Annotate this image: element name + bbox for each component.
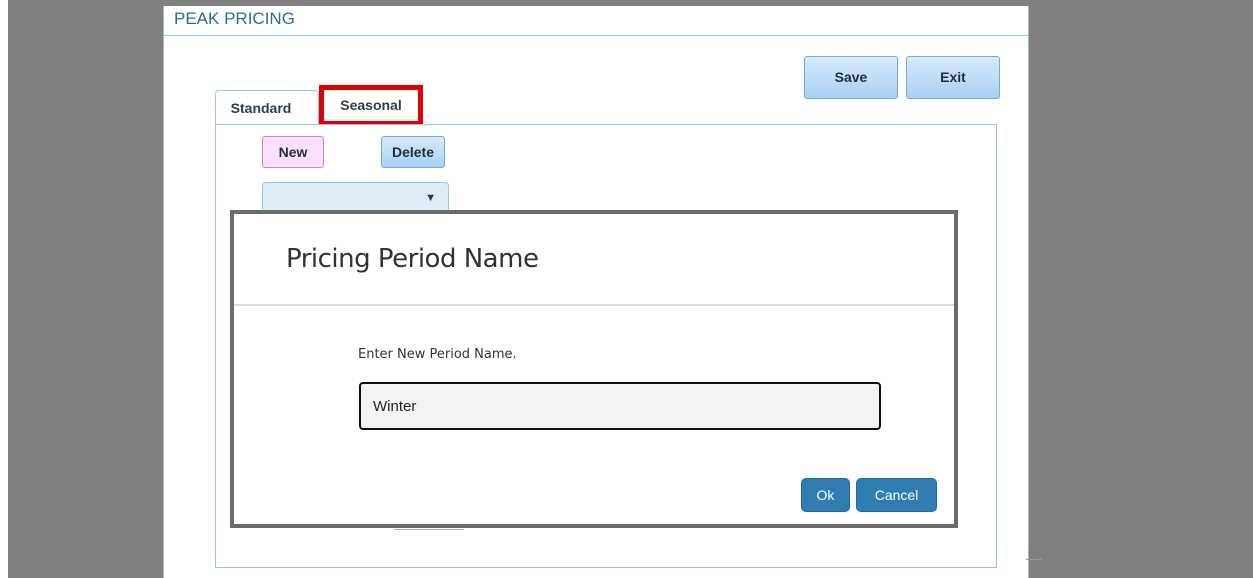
pricing-period-dialog: Pricing Period Name Enter New Period Nam…	[230, 210, 958, 528]
window-title: PEAK PRICING	[164, 6, 1028, 36]
dialog-title: Pricing Period Name	[286, 244, 539, 274]
tab-standard[interactable]: Standard	[215, 90, 319, 126]
period-name-label: Enter New Period Name.	[358, 347, 517, 362]
ok-button[interactable]: Ok	[801, 478, 850, 512]
new-period-button[interactable]: New	[262, 136, 324, 168]
dialog-header: Pricing Period Name	[234, 214, 954, 306]
exit-button[interactable]: Exit	[906, 56, 1000, 99]
delete-period-button[interactable]: Delete	[381, 136, 445, 168]
save-button[interactable]: Save	[804, 56, 898, 99]
caret-down-icon: ▼	[425, 192, 436, 204]
cancel-button[interactable]: Cancel	[856, 478, 937, 512]
obscured-field-underline	[394, 529, 464, 530]
tab-seasonal[interactable]: Seasonal	[319, 85, 423, 126]
divider	[1026, 559, 1042, 560]
period-name-input[interactable]	[359, 382, 881, 430]
